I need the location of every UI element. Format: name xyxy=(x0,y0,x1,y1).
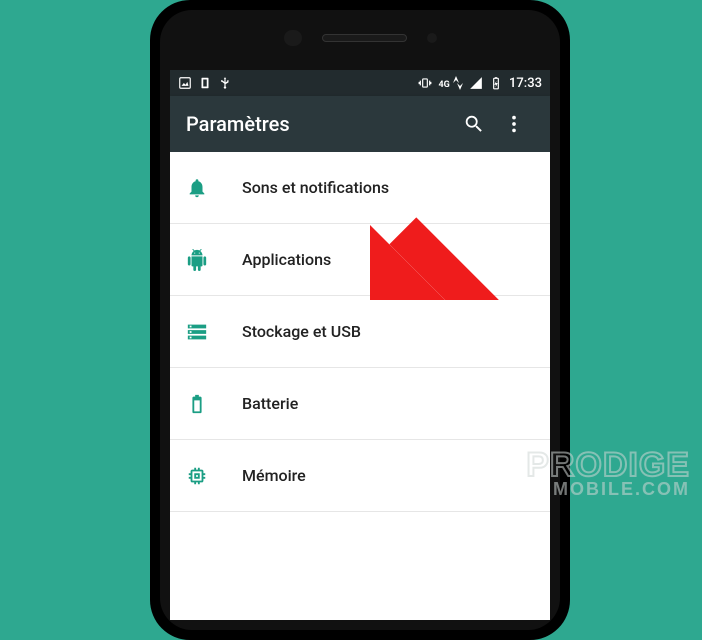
memory-icon xyxy=(186,465,226,487)
settings-item-battery[interactable]: Batterie xyxy=(170,368,550,440)
bell-icon xyxy=(186,177,226,199)
android-icon xyxy=(186,249,226,271)
vibrate-icon xyxy=(418,76,432,90)
phone-screen: 4G 17:33 Paramètres xyxy=(170,70,550,620)
settings-item-label: Batterie xyxy=(242,394,298,413)
phone-frame: 4G 17:33 Paramètres xyxy=(150,0,570,640)
search-icon xyxy=(463,113,485,135)
settings-item-applications[interactable]: Applications xyxy=(170,224,550,296)
search-button[interactable] xyxy=(454,104,494,144)
settings-item-memory[interactable]: Mémoire xyxy=(170,440,550,512)
battery-icon xyxy=(186,393,226,415)
storage-icon xyxy=(186,321,226,343)
network-type-label: 4G xyxy=(438,76,463,91)
phone-bezel: 4G 17:33 Paramètres xyxy=(160,10,560,630)
sim-notification-icon xyxy=(198,76,212,90)
app-bar: Paramètres xyxy=(170,96,550,152)
status-bar-clock: 17:33 xyxy=(509,76,542,91)
status-bar: 4G 17:33 xyxy=(170,70,550,96)
settings-list: Sons et notifications Applications Stock… xyxy=(170,152,550,512)
overflow-menu-button[interactable] xyxy=(494,104,534,144)
settings-item-label: Applications xyxy=(242,250,331,269)
proximity-sensor xyxy=(427,33,437,43)
more-vert-icon xyxy=(503,113,525,135)
settings-item-sounds-notifications[interactable]: Sons et notifications xyxy=(170,152,550,224)
settings-item-label: Stockage et USB xyxy=(242,322,361,341)
usb-notification-icon xyxy=(218,76,232,90)
settings-item-label: Sons et notifications xyxy=(242,178,389,197)
earpiece-speaker xyxy=(322,34,407,42)
settings-item-label: Mémoire xyxy=(242,466,306,485)
image-notification-icon xyxy=(178,76,192,90)
signal-icon xyxy=(469,76,483,90)
front-camera xyxy=(284,30,302,46)
settings-item-storage-usb[interactable]: Stockage et USB xyxy=(170,296,550,368)
app-bar-title: Paramètres xyxy=(186,112,454,136)
battery-charging-icon xyxy=(489,76,503,90)
phone-speaker-area xyxy=(160,10,560,65)
